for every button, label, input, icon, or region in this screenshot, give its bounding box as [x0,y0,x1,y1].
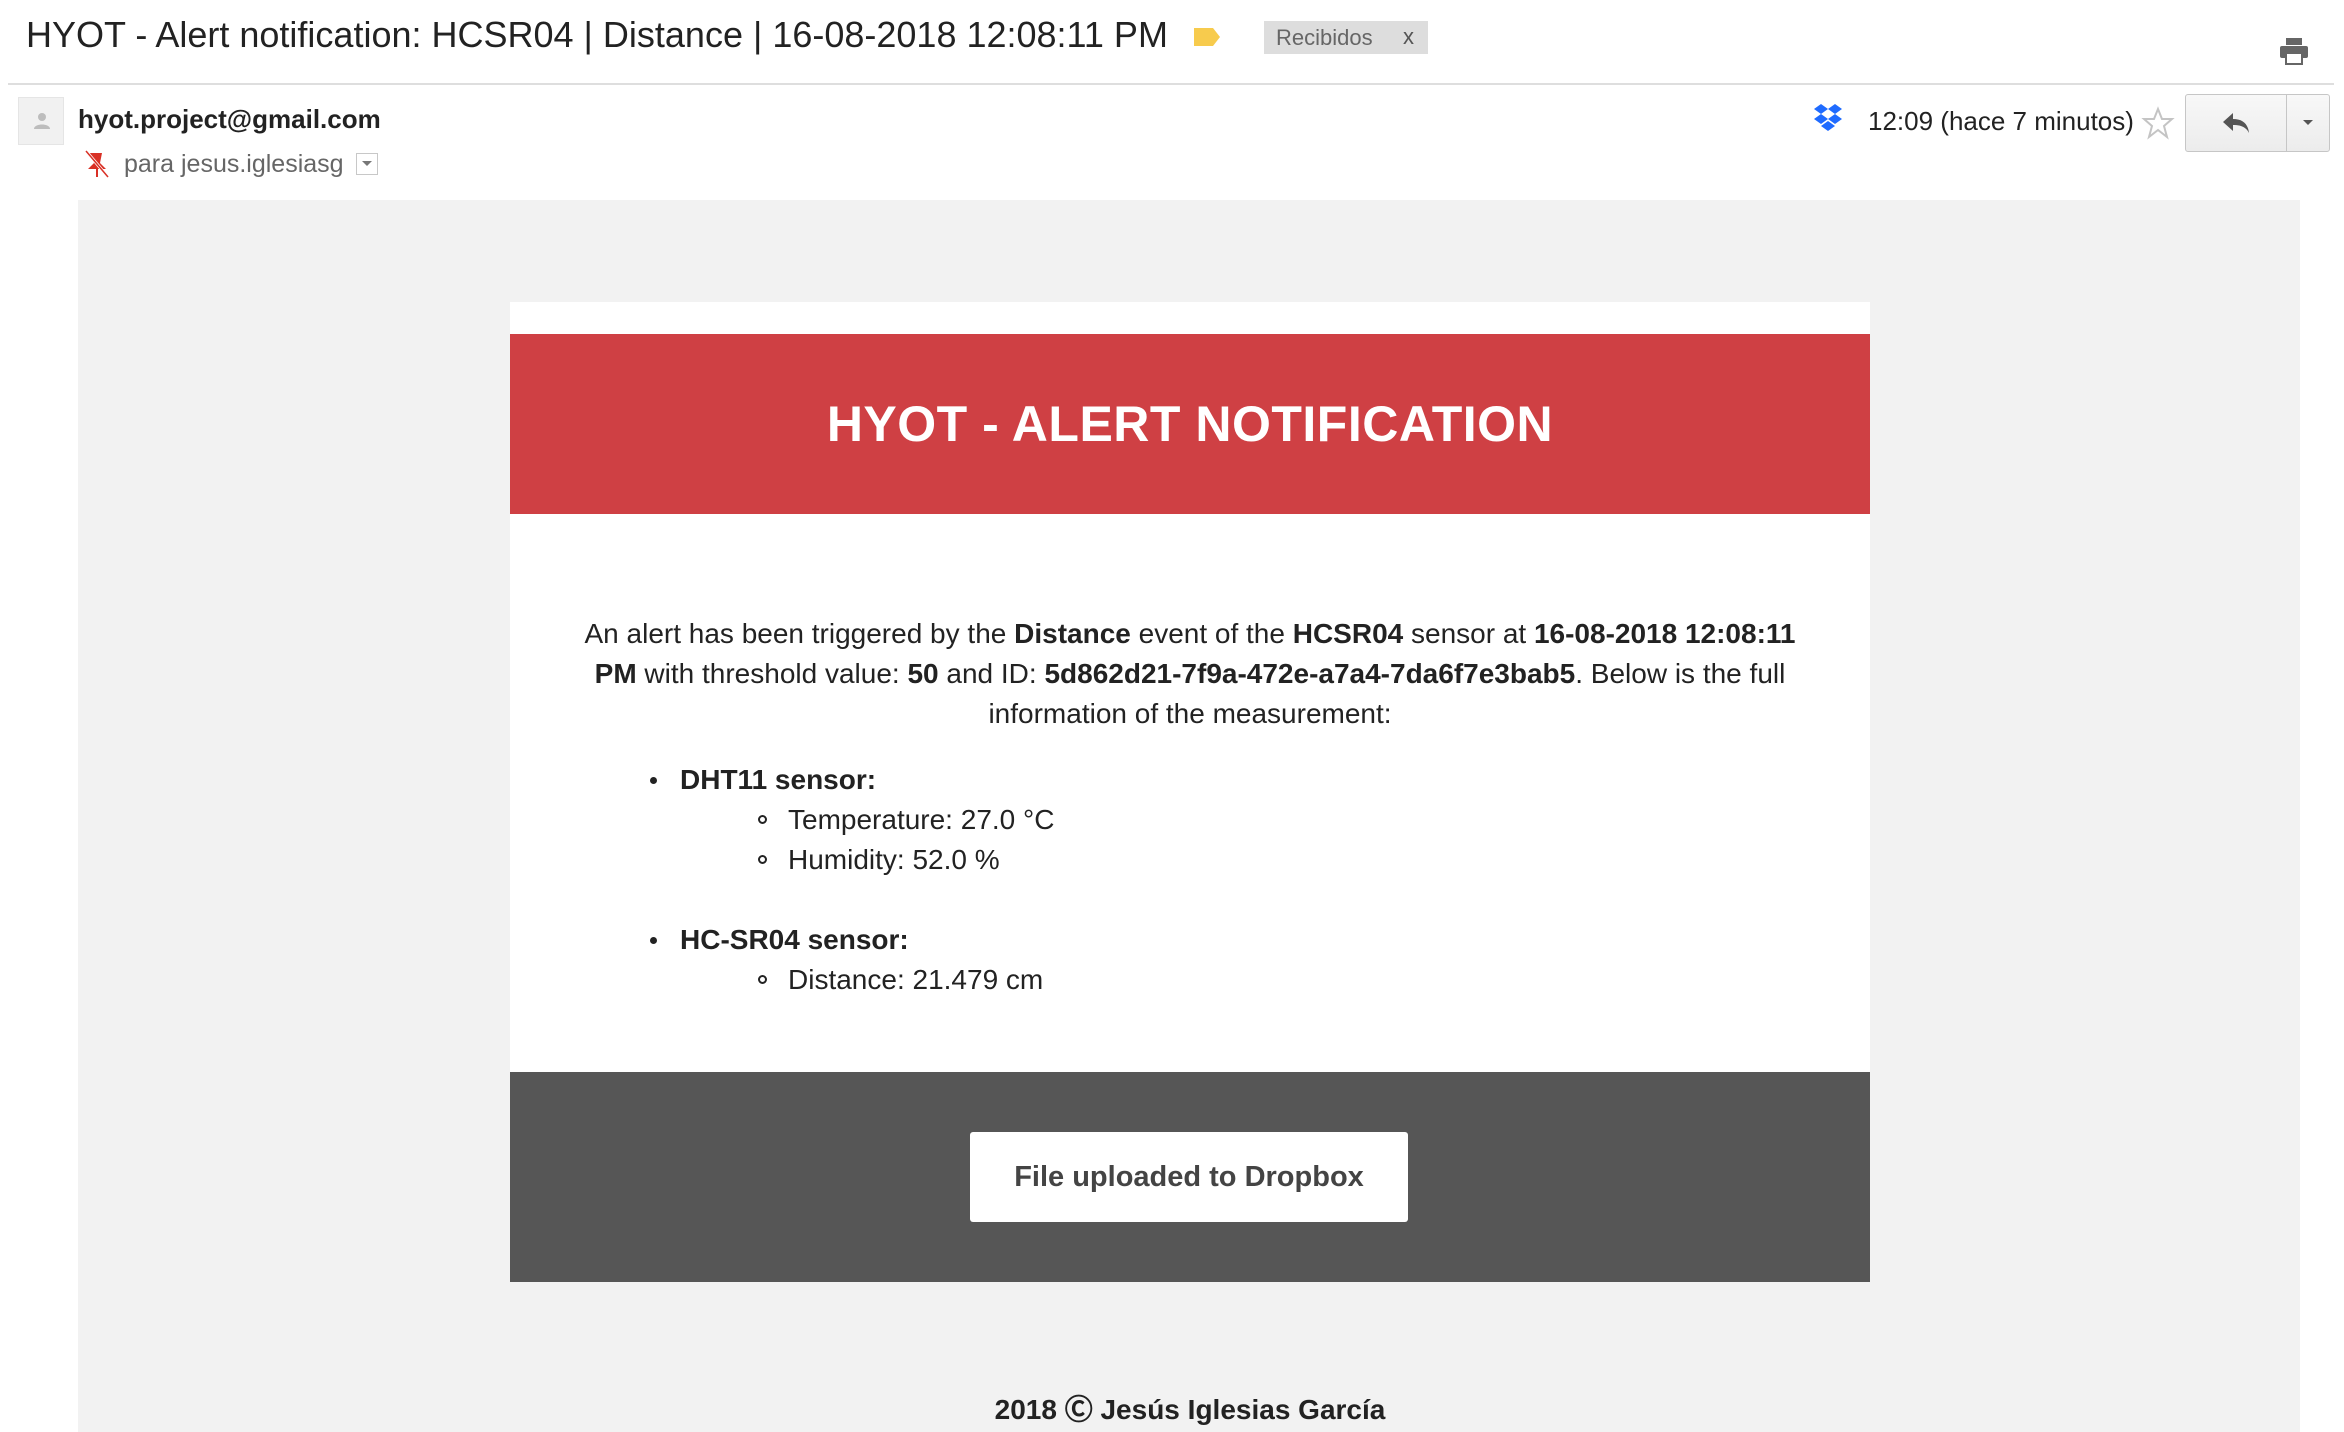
alert-id: 5d862d21-7f9a-472e-a7a4-7da6f7e3bab5 [1044,658,1576,689]
alert-text-2: event of the [1130,618,1293,649]
email-subject: HYOT - Alert notification: HCSR04 | Dist… [26,14,1168,55]
more-actions-button[interactable] [2287,95,2329,151]
alert-sensor: HCSR04 [1292,618,1404,649]
email-view: HYOT - Alert notification: HCSR04 | Dist… [0,0,2344,1432]
avatar-icon [34,113,50,129]
reply-button[interactable] [2186,95,2286,151]
alert-message: An alert has been triggered by the Dista… [570,614,1810,734]
banner-title: HYOT - ALERT NOTIFICATION [826,396,1554,452]
alert-text-1: An alert has been triggered by the [584,618,1015,649]
sensor-reading: Temperature: 27.0 °C [640,800,1740,840]
dropbox-icon[interactable] [1812,102,1844,132]
copyright-text: 2018 Ⓒ Jesús Iglesias García [994,1394,1386,1425]
alert-event: Distance [1014,618,1131,649]
sensor-name: DHT11 sensor: [640,760,1740,800]
print-icon[interactable] [2278,36,2310,66]
sensor-list: DHT11 sensor: Temperature: 27.0 °C Humid… [640,760,1740,1000]
pin-icon [84,150,110,178]
recipient-row: para jesus.iglesiasg [84,146,378,182]
recipient-details-button[interactable] [355,153,378,175]
chevron-down-icon [2303,120,2313,125]
alert-banner: HYOT - ALERT NOTIFICATION [510,334,1870,514]
sensor-reading: Humidity: 52.0 % [640,840,1740,880]
inbox-label-text: Recibidos [1276,24,1373,50]
sensor-name: HC-SR04 sensor: [640,920,1740,960]
recipient-text: para jesus.iglesiasg [124,149,344,178]
reply-icon [2223,113,2249,133]
star-icon[interactable] [2141,106,2175,140]
sender-email[interactable]: hyot.project@gmail.com [78,104,381,135]
alert-text-3: sensor at [1403,618,1534,649]
message-time: 12:09 (hace 7 minutos) [1868,106,2134,136]
alert-threshold: 50 [907,658,939,689]
reply-button-group [2185,94,2330,152]
inbox-label-chip[interactable]: Recibidos x [1264,21,1428,54]
label-tag-icon[interactable] [1192,26,1222,48]
remove-label-button[interactable]: x [1403,24,1414,50]
chevron-down-icon [361,161,372,166]
dropbox-file-button[interactable]: File uploaded to Dropbox [970,1132,1408,1222]
subject-bar: HYOT - Alert notification: HCSR04 | Dist… [0,0,2344,85]
sensor-reading: Distance: 21.479 cm [640,960,1740,1000]
avatar[interactable] [18,97,64,145]
alert-text-5: and ID: [938,658,1045,689]
subject-divider [8,83,2334,85]
alert-text-4: with threshold value: [636,658,908,689]
